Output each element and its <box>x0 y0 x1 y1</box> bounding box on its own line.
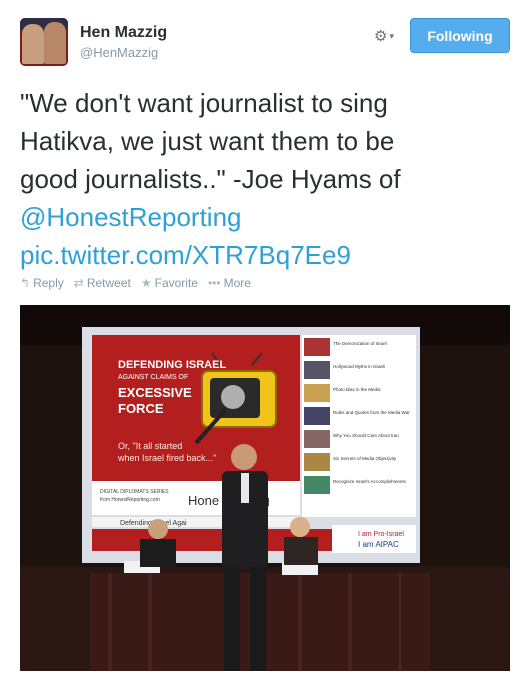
sidebar-item-3: Photo Bias in the Media <box>333 387 381 392</box>
mention-link[interactable]: @HonestReporting <box>20 202 242 232</box>
tweet-actions: ↰ Reply ⇄ Retweet ★ Favorite ••• More <box>20 276 251 290</box>
following-button[interactable]: Following <box>410 18 510 53</box>
favorite-button[interactable]: ★ Favorite <box>141 276 198 290</box>
chevron-down-icon: ▾ <box>389 30 394 41</box>
more-dots-icon: ••• <box>207 276 221 290</box>
slide-line-4: FORCE <box>118 401 164 416</box>
sidebar-item-7: Recognize Israel's Accomplishments <box>333 479 407 484</box>
tweet-text-line-3: good journalists.." -Joe Hyams of <box>20 164 401 194</box>
tweet-photo[interactable]: DEFENDING ISRAEL AGAINST CLAIMS OF EXCES… <box>20 305 510 671</box>
conference-photo: DEFENDING ISRAEL AGAINST CLAIMS OF EXCES… <box>20 305 510 671</box>
favorite-label: Favorite <box>154 276 198 290</box>
sidebar-item-5: Why You Should Care About Iran <box>333 433 399 438</box>
reply-icon: ↰ <box>20 276 31 290</box>
user-handle[interactable]: @HenMazzig <box>80 45 158 60</box>
retweet-icon: ⇄ <box>73 276 84 290</box>
tweet-text-line-2: Hatikva, we just want them to be <box>20 126 395 156</box>
more-label: More <box>223 276 251 290</box>
more-button[interactable]: ••• More <box>208 276 251 290</box>
sidebar-item-2: Hollywood Myths in Israeli <box>333 364 385 369</box>
user-actions-dropdown[interactable]: ⚙ ▾ <box>374 26 404 46</box>
tweet-text-line-1: "We don't want journalist to sing <box>20 88 388 118</box>
speaker <box>231 444 257 470</box>
slide-site: from HonestReporting.com <box>100 497 160 503</box>
star-icon: ★ <box>140 276 152 290</box>
user-name[interactable]: Hen Mazzig <box>80 24 167 42</box>
avatar-person-1 <box>22 24 44 64</box>
sidebar-item-1: The Demonization of Israel <box>333 341 387 346</box>
tweet-text: "We don't want journalist to sing Hatikv… <box>20 84 510 274</box>
aipac-line-2: I am AIPAC <box>358 540 399 549</box>
reply-button[interactable]: ↰ Reply <box>20 276 64 290</box>
slide-line-2: AGAINST CLAIMS OF <box>118 374 188 381</box>
retweet-label: Retweet <box>86 276 131 290</box>
media-link[interactable]: pic.twitter.com/XTR7Bq7Ee9 <box>20 240 351 270</box>
aipac-line-1: I am Pro-Israel <box>358 531 404 538</box>
gear-icon: ⚙ <box>374 28 388 45</box>
slide-sidebar: The Demonization of Israel Hollywood Myt… <box>302 335 416 517</box>
slide-line-3: EXCESSIVE <box>118 385 192 400</box>
slide-quote-2: when Israel fired back..." <box>117 453 216 463</box>
slide-quote-1: Or, "It all started <box>118 441 182 451</box>
sidebar-item-4: Rules and Quotes from the Media War <box>333 410 410 415</box>
avatar-person-2 <box>44 22 66 64</box>
avatar[interactable] <box>20 18 68 66</box>
reply-label: Reply <box>33 276 64 290</box>
sidebar-item-6: Six Secrets of Media Objectivity <box>333 456 397 461</box>
tweet-header: Hen Mazzig @HenMazzig ⚙ ▾ Following <box>20 18 510 68</box>
retweet-button[interactable]: ⇄ Retweet <box>74 276 131 290</box>
slide-series: DIGITAL DIPLOMATS SERIES <box>100 489 169 495</box>
slide-line-1: DEFENDING ISRAEL <box>118 359 226 371</box>
